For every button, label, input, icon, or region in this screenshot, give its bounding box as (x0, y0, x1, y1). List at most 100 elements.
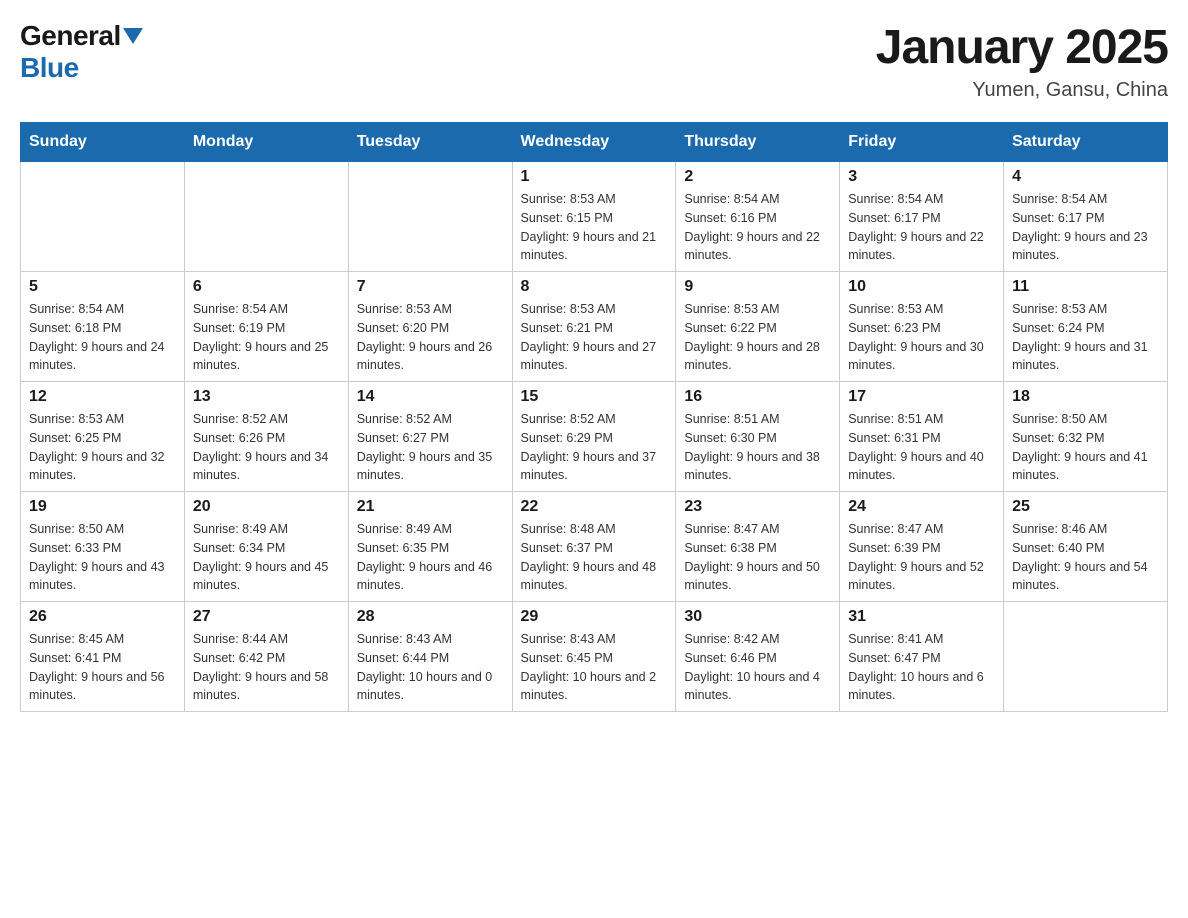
table-row: 16 Sunrise: 8:51 AMSunset: 6:30 PMDayligh… (676, 382, 840, 492)
day-number: 26 (29, 608, 176, 626)
table-row (21, 162, 185, 272)
day-number: 23 (684, 498, 831, 516)
header-thursday: Thursday (676, 123, 840, 162)
logo-triangle-icon (123, 28, 143, 44)
table-row: 6 Sunrise: 8:54 AMSunset: 6:19 PMDaylight… (184, 272, 348, 382)
table-row (348, 162, 512, 272)
day-number: 25 (1012, 498, 1159, 516)
table-row: 10 Sunrise: 8:53 AMSunset: 6:23 PMDayligh… (840, 272, 1004, 382)
table-row: 5 Sunrise: 8:54 AMSunset: 6:18 PMDaylight… (21, 272, 185, 382)
day-number: 10 (848, 278, 995, 296)
day-number: 4 (1012, 168, 1159, 186)
day-number: 28 (357, 608, 504, 626)
day-number: 9 (684, 278, 831, 296)
day-number: 29 (521, 608, 668, 626)
table-row (1004, 602, 1168, 712)
day-info: Sunrise: 8:53 AMSunset: 6:21 PMDaylight:… (521, 300, 668, 375)
day-info: Sunrise: 8:41 AMSunset: 6:47 PMDaylight:… (848, 630, 995, 705)
day-number: 5 (29, 278, 176, 296)
calendar-week-row: 26 Sunrise: 8:45 AMSunset: 6:41 PMDayligh… (21, 602, 1168, 712)
day-info: Sunrise: 8:52 AMSunset: 6:27 PMDaylight:… (357, 410, 504, 485)
day-info: Sunrise: 8:52 AMSunset: 6:29 PMDaylight:… (521, 410, 668, 485)
day-info: Sunrise: 8:50 AMSunset: 6:33 PMDaylight:… (29, 520, 176, 595)
day-number: 30 (684, 608, 831, 626)
table-row: 22 Sunrise: 8:48 AMSunset: 6:37 PMDayligh… (512, 492, 676, 602)
calendar-title: January 2025 (876, 20, 1168, 75)
table-row: 2Sunrise: 8:54 AMSunset: 6:16 PMDaylight… (676, 162, 840, 272)
table-row (184, 162, 348, 272)
table-row: 30 Sunrise: 8:42 AMSunset: 6:46 PMDayligh… (676, 602, 840, 712)
table-row: 23 Sunrise: 8:47 AMSunset: 6:38 PMDayligh… (676, 492, 840, 602)
day-info: Sunrise: 8:49 AMSunset: 6:35 PMDaylight:… (357, 520, 504, 595)
day-number: 1 (521, 168, 668, 186)
day-info: Sunrise: 8:47 AMSunset: 6:38 PMDaylight:… (684, 520, 831, 595)
day-info: Sunrise: 8:54 AMSunset: 6:17 PMDaylight:… (1012, 190, 1159, 265)
table-row: 4 Sunrise: 8:54 AMSunset: 6:17 PMDaylight… (1004, 162, 1168, 272)
day-info: Sunrise: 8:54 AMSunset: 6:17 PMDaylight:… (848, 190, 995, 265)
table-row: 3 Sunrise: 8:54 AMSunset: 6:17 PMDaylight… (840, 162, 1004, 272)
calendar-table: Sunday Monday Tuesday Wednesday Thursday… (20, 122, 1168, 712)
day-info: Sunrise: 8:43 AMSunset: 6:45 PMDaylight:… (521, 630, 668, 705)
day-info: Sunrise: 8:45 AMSunset: 6:41 PMDaylight:… (29, 630, 176, 705)
table-row: 9 Sunrise: 8:53 AMSunset: 6:22 PMDaylight… (676, 272, 840, 382)
table-row: 17Sunrise: 8:51 AMSunset: 6:31 PMDayligh… (840, 382, 1004, 492)
table-row: 24 Sunrise: 8:47 AMSunset: 6:39 PMDayligh… (840, 492, 1004, 602)
logo-general-text: General (20, 20, 121, 52)
day-number: 2 (684, 168, 831, 186)
day-info: Sunrise: 8:51 AMSunset: 6:30 PMDaylight:… (684, 410, 831, 485)
table-row: 29 Sunrise: 8:43 AMSunset: 6:45 PMDayligh… (512, 602, 676, 712)
calendar-week-row: 19Sunrise: 8:50 AMSunset: 6:33 PMDayligh… (21, 492, 1168, 602)
day-info: Sunrise: 8:43 AMSunset: 6:44 PMDaylight:… (357, 630, 504, 705)
table-row: 19Sunrise: 8:50 AMSunset: 6:33 PMDayligh… (21, 492, 185, 602)
day-info: Sunrise: 8:49 AMSunset: 6:34 PMDaylight:… (193, 520, 340, 595)
day-number: 18 (1012, 388, 1159, 406)
table-row: 12Sunrise: 8:53 AMSunset: 6:25 PMDayligh… (21, 382, 185, 492)
day-info: Sunrise: 8:53 AMSunset: 6:24 PMDaylight:… (1012, 300, 1159, 375)
day-info: Sunrise: 8:53 AMSunset: 6:20 PMDaylight:… (357, 300, 504, 375)
day-info: Sunrise: 8:46 AMSunset: 6:40 PMDaylight:… (1012, 520, 1159, 595)
header-wednesday: Wednesday (512, 123, 676, 162)
table-row: 31 Sunrise: 8:41 AMSunset: 6:47 PMDayligh… (840, 602, 1004, 712)
day-number: 11 (1012, 278, 1159, 296)
page-header: General Blue January 2025 Yumen, Gansu, … (20, 20, 1168, 102)
day-number: 15 (521, 388, 668, 406)
day-number: 17 (848, 388, 995, 406)
day-number: 3 (848, 168, 995, 186)
table-row: 28 Sunrise: 8:43 AMSunset: 6:44 PMDayligh… (348, 602, 512, 712)
day-number: 22 (521, 498, 668, 516)
table-row: 14 Sunrise: 8:52 AMSunset: 6:27 PMDayligh… (348, 382, 512, 492)
day-info: Sunrise: 8:50 AMSunset: 6:32 PMDaylight:… (1012, 410, 1159, 485)
day-number: 6 (193, 278, 340, 296)
header-sunday: Sunday (21, 123, 185, 162)
day-number: 24 (848, 498, 995, 516)
day-info: Sunrise: 8:53 AMSunset: 6:22 PMDaylight:… (684, 300, 831, 375)
day-info: Sunrise: 8:53 AMSunset: 6:25 PMDaylight:… (29, 410, 176, 485)
table-row: 18 Sunrise: 8:50 AMSunset: 6:32 PMDayligh… (1004, 382, 1168, 492)
day-number: 14 (357, 388, 504, 406)
calendar-header-row: Sunday Monday Tuesday Wednesday Thursday… (21, 123, 1168, 162)
day-info: Sunrise: 8:48 AMSunset: 6:37 PMDaylight:… (521, 520, 668, 595)
header-tuesday: Tuesday (348, 123, 512, 162)
header-friday: Friday (840, 123, 1004, 162)
day-number: 20 (193, 498, 340, 516)
table-row: 21Sunrise: 8:49 AMSunset: 6:35 PMDayligh… (348, 492, 512, 602)
logo: General Blue (20, 20, 143, 84)
day-info: Sunrise: 8:42 AMSunset: 6:46 PMDaylight:… (684, 630, 831, 705)
day-info: Sunrise: 8:54 AMSunset: 6:19 PMDaylight:… (193, 300, 340, 375)
day-info: Sunrise: 8:54 AMSunset: 6:18 PMDaylight:… (29, 300, 176, 375)
day-number: 31 (848, 608, 995, 626)
day-info: Sunrise: 8:47 AMSunset: 6:39 PMDaylight:… (848, 520, 995, 595)
header-saturday: Saturday (1004, 123, 1168, 162)
day-number: 13 (193, 388, 340, 406)
day-info: Sunrise: 8:52 AMSunset: 6:26 PMDaylight:… (193, 410, 340, 485)
table-row: 25 Sunrise: 8:46 AMSunset: 6:40 PMDayligh… (1004, 492, 1168, 602)
day-info: Sunrise: 8:53 AMSunset: 6:23 PMDaylight:… (848, 300, 995, 375)
table-row: 8 Sunrise: 8:53 AMSunset: 6:21 PMDaylight… (512, 272, 676, 382)
day-number: 16 (684, 388, 831, 406)
day-number: 27 (193, 608, 340, 626)
day-number: 8 (521, 278, 668, 296)
calendar-subtitle: Yumen, Gansu, China (876, 79, 1168, 102)
calendar-week-row: 1 Sunrise: 8:53 AMSunset: 6:15 PMDaylight… (21, 162, 1168, 272)
day-info: Sunrise: 8:53 AMSunset: 6:15 PMDaylight:… (521, 190, 668, 265)
logo-blue-text: Blue (20, 52, 79, 84)
